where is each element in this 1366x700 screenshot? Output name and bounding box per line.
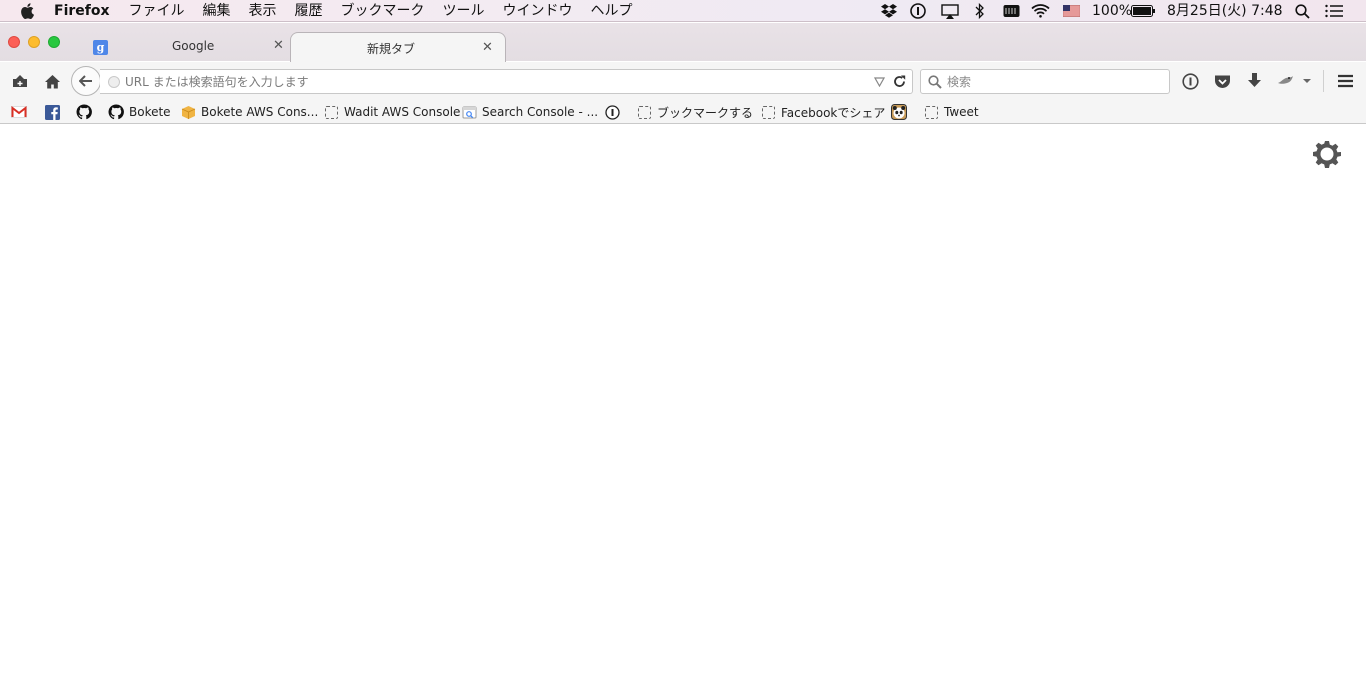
apple-menu-icon[interactable] [20,3,34,19]
bookmark-label: Search Console - ... [482,105,599,119]
tab-google[interactable]: g Google ✕ [85,33,290,61]
bookmark-panda[interactable] [891,103,907,121]
airplay-icon[interactable] [940,3,960,19]
toolbar-separator [1323,70,1324,92]
search-input[interactable] [947,73,1162,91]
menu-tools[interactable]: ツール [443,0,485,22]
bookmark-gmail[interactable] [11,103,27,121]
1password-icon [604,104,620,120]
menu-view[interactable]: 表示 [249,0,277,22]
menu-app-firefox[interactable]: Firefox [54,0,110,22]
url-bar[interactable] [100,69,913,94]
bookmark-bokete-aws[interactable]: Bokete AWS Cons... [180,103,318,121]
navigation-toolbar [0,62,1366,100]
bookmark-label: Bokete [129,105,171,119]
battery-percent: 100% [1092,3,1133,19]
dashed-page-icon [760,104,776,120]
tab-close-icon[interactable]: ✕ [482,39,493,57]
us-flag-icon[interactable] [1062,3,1080,19]
battery-icon[interactable] [1130,3,1156,19]
facebook-icon [44,104,60,120]
bookmark-add-bookmark[interactable]: ブックマークする [636,103,753,121]
url-history-dropdown-icon[interactable] [874,77,885,87]
wifi-icon[interactable] [1030,3,1050,19]
clock-datetime[interactable]: 8月25日(火) 7:48 [1167,0,1283,22]
github-icon [108,104,124,120]
dashed-page-icon [923,104,939,120]
bookmark-facebook-share[interactable]: Facebookでシェア [760,103,885,121]
dashed-page-icon [636,104,652,120]
bookmark-label: Bokete AWS Cons... [201,105,319,119]
menu-history[interactable]: 履歴 [295,0,323,22]
menu-window[interactable]: ウインドウ [503,0,573,22]
bookmark-1password[interactable] [604,103,620,121]
google-favicon-icon: g [93,40,108,55]
bookmark-label: Wadit AWS Console [344,105,461,119]
window-close-button[interactable] [8,36,20,48]
tab-close-icon[interactable]: ✕ [273,37,284,55]
back-arrow-icon [79,75,92,87]
tab-title: Google [172,39,215,53]
pocket-icon[interactable] [1213,72,1231,90]
bookmark-facebook[interactable] [44,103,60,121]
new-tab-settings-gear-icon[interactable] [1313,140,1341,168]
bluetooth-icon[interactable] [974,3,986,19]
url-input[interactable] [125,73,865,91]
bookmark-label: Tweet [944,105,979,119]
tab-title: 新規タブ [367,42,416,56]
bookmark-bokete[interactable]: Bokete [108,103,171,121]
search-console-icon [461,104,477,120]
hamburger-menu-icon[interactable] [1336,72,1354,90]
aws-cube-icon [180,104,196,120]
github-icon [76,104,92,120]
bookmark-label: ブックマークする [657,105,754,120]
menu-edit[interactable]: 編集 [203,0,231,22]
tab-strip: g Google ✕ 新規タブ ✕ [0,23,1366,62]
menu-file[interactable]: ファイル [129,0,185,22]
window-maximize-button[interactable] [48,36,60,48]
dashed-page-icon [323,104,339,120]
gmail-icon [11,104,27,120]
1password-toolbar-icon[interactable] [1181,72,1199,90]
menu-bookmarks[interactable]: ブックマーク [341,0,425,22]
window-minimize-button[interactable] [28,36,40,48]
extension-dropdown-icon[interactable] [1298,72,1316,90]
1password-icon[interactable] [909,3,927,19]
search-icon[interactable] [928,75,942,89]
notification-center-icon[interactable] [1324,3,1344,19]
home-button-icon[interactable] [43,72,61,90]
tab-new-tab-active[interactable]: 新規タブ ✕ [290,32,506,62]
new-tab-cloud-icon[interactable] [11,72,29,90]
new-tab-page [0,125,1366,700]
macos-menu-bar: Firefox ファイル 編集 表示 履歴 ブックマーク ツール ウインドウ ヘ… [0,0,1366,22]
menu-help[interactable]: ヘルプ [591,0,633,22]
bookmark-search-console[interactable]: Search Console - ... [461,103,598,121]
spotlight-icon[interactable] [1294,3,1310,19]
back-button[interactable] [71,66,101,96]
downloads-icon[interactable] [1245,72,1263,90]
bookmark-github[interactable] [76,103,92,121]
panda-icon [891,104,907,120]
bookmark-tweet[interactable]: Tweet [923,103,979,121]
dropbox-icon[interactable] [880,3,898,19]
search-bar[interactable] [920,69,1170,94]
extension-bird-icon[interactable] [1276,72,1294,90]
bookmarks-toolbar: Bokete Bokete AWS Cons... Wadit AWS Cons… [0,100,1366,124]
bookmark-label: Facebookでシェア [781,105,886,120]
keyboard-icon[interactable] [1002,3,1020,19]
reload-icon[interactable] [893,75,906,88]
identity-globe-icon[interactable] [108,76,120,88]
bookmark-wadit-aws[interactable]: Wadit AWS Console [323,103,460,121]
